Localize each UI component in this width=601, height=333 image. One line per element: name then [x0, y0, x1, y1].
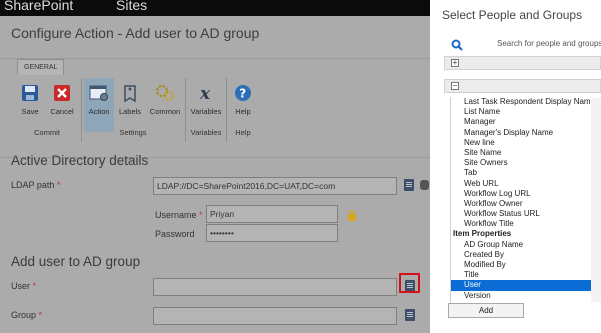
help-icon: ?: [232, 82, 254, 104]
picker-tree: Last Task Respondent Display Name List N…: [450, 97, 601, 304]
ad-details-heading: Active Directory details: [11, 153, 149, 168]
collapse-icon[interactable]: −: [451, 82, 459, 90]
list-item[interactable]: Tab: [451, 168, 601, 178]
lock-icon: [347, 208, 357, 221]
expanded-group-row[interactable]: −: [444, 79, 601, 93]
group-input[interactable]: [153, 307, 397, 325]
item-properties-header[interactable]: Item Properties: [451, 229, 601, 239]
variables-button[interactable]: x Variables: [189, 82, 223, 116]
cancel-button[interactable]: Cancel: [47, 82, 77, 116]
variables-label: Variables: [190, 107, 222, 116]
tab-general[interactable]: GENERAL: [17, 59, 65, 75]
user-label: User *: [11, 281, 37, 291]
search-input[interactable]: Search for people and groups: [497, 39, 601, 48]
list-item[interactable]: Title: [451, 270, 601, 280]
list-item[interactable]: AD Group Name: [451, 240, 601, 250]
highlight-box: [399, 273, 420, 293]
action-icon: [88, 82, 110, 104]
list-item[interactable]: Manager: [451, 117, 601, 127]
configure-action-dialog: Configure Action - Add user to AD group …: [0, 16, 430, 333]
list-item[interactable]: List Name: [451, 107, 601, 117]
user-input[interactable]: [153, 278, 397, 296]
save-label: Save: [21, 107, 39, 116]
labels-button[interactable]: Labels: [115, 82, 145, 116]
labels-label: Labels: [118, 107, 142, 116]
cancel-icon: [51, 82, 73, 104]
svg-text:x: x: [199, 84, 211, 102]
save-button[interactable]: Save: [15, 82, 45, 116]
dialog-title: Configure Action - Add user to AD group: [11, 25, 260, 41]
list-item[interactable]: Workflow Title: [451, 219, 601, 229]
list-item[interactable]: Site Owners: [451, 158, 601, 168]
ldap-path-label: LDAP path *: [11, 180, 61, 190]
list-item[interactable]: Last Task Respondent Display Name: [451, 97, 601, 107]
help-button[interactable]: ? Help: [228, 82, 258, 116]
collapsed-group-row[interactable]: +: [444, 56, 601, 70]
list-item[interactable]: Web URL: [451, 179, 601, 189]
app-name[interactable]: SharePoint: [4, 0, 73, 13]
group-help: Help: [235, 128, 251, 137]
help-label: Help: [235, 107, 251, 116]
search-icon[interactable]: [451, 38, 463, 51]
address-book-icon[interactable]: [405, 309, 415, 321]
add-button[interactable]: Add: [448, 303, 524, 318]
list-item[interactable]: Manager's Display Name: [451, 128, 601, 138]
list-item[interactable]: Modified By: [451, 260, 601, 270]
database-icon[interactable]: [420, 180, 429, 190]
list-item[interactable]: Version: [451, 291, 601, 301]
common-button[interactable]: Common: [148, 82, 182, 116]
common-label: Common: [149, 107, 181, 116]
svg-text:?: ?: [239, 87, 246, 101]
picker-scrollbar[interactable]: [591, 98, 601, 302]
picker-search[interactable]: Search for people and groups: [430, 35, 601, 53]
username-label: Username *: [155, 210, 203, 220]
people-picker-panel: Select People and Groups Search for peop…: [430, 0, 601, 333]
address-book-icon[interactable]: [404, 179, 414, 191]
sites-link[interactable]: Sites: [116, 0, 147, 13]
username-input[interactable]: Priyan: [206, 205, 338, 223]
picker-title: Select People and Groups: [442, 8, 583, 22]
action-button[interactable]: Action: [84, 78, 114, 132]
labels-icon: [119, 82, 141, 104]
list-item[interactable]: Created By: [451, 250, 601, 260]
ribbon-divider: [226, 78, 227, 142]
password-input[interactable]: ••••••••: [206, 224, 338, 242]
action-label: Action: [88, 107, 110, 116]
cancel-label: Cancel: [50, 107, 74, 116]
password-label: Password: [155, 229, 195, 239]
list-item[interactable]: Workflow Owner: [451, 199, 601, 209]
list-item[interactable]: New line: [451, 138, 601, 148]
save-icon: [19, 82, 41, 104]
list-item[interactable]: Workflow Status URL: [451, 209, 601, 219]
common-icon: [154, 82, 176, 104]
variables-icon: x: [195, 82, 217, 104]
group-label: Group *: [11, 310, 43, 320]
list-item-selected[interactable]: User: [451, 280, 601, 291]
group-commit: Commit: [34, 128, 60, 137]
list-item[interactable]: Workflow Log URL: [451, 189, 601, 199]
screen: SharePoint Sites Configure Action - Add …: [0, 0, 601, 333]
expand-icon[interactable]: +: [451, 59, 459, 67]
list-item[interactable]: Site Name: [451, 148, 601, 158]
add-user-heading: Add user to AD group: [11, 254, 141, 269]
group-settings: Settings: [119, 128, 147, 137]
ldap-path-input[interactable]: LDAP://DC=SharePoint2016,DC=UAT,DC=com: [153, 177, 397, 195]
group-variables: Variables: [190, 128, 222, 137]
